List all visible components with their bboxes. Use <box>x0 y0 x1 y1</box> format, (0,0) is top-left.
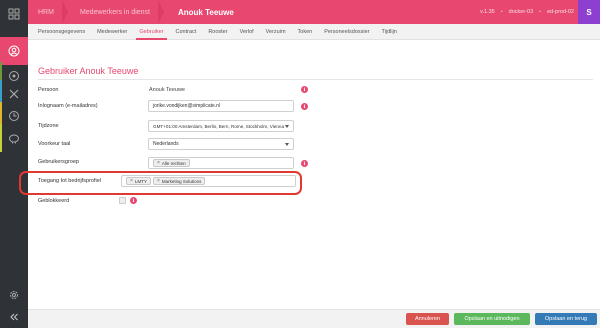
info-icon[interactable]: i <box>130 197 137 204</box>
sidebar-collapse-button[interactable] <box>0 303 28 328</box>
breadcrumb-current: Anouk Teeuwe <box>177 7 234 17</box>
persoon-label: Persoon <box>38 87 59 93</box>
tab-verzuim[interactable]: Verzuim <box>260 24 292 40</box>
piggybank-icon <box>9 134 19 144</box>
sidebar-item-invoicing[interactable] <box>0 124 28 152</box>
info-icon[interactable]: i <box>301 86 308 93</box>
persoon-value: Anouk Teeuwe <box>149 87 185 93</box>
cancel-button[interactable]: Annuleren <box>406 313 449 325</box>
version-label: v.1.35 <box>480 9 495 15</box>
info-icon[interactable]: i <box>301 160 308 167</box>
sidebar-item-dashboard[interactable] <box>0 0 28 28</box>
voorkeur-taal-label: Voorkeur taal <box>38 141 71 147</box>
footer-bar: Annuleren Opslaan en uitnodigen Opslaan … <box>28 309 600 328</box>
dashboard-icon <box>8 8 20 20</box>
save-and-invite-button[interactable]: Opslaan en uitnodigen <box>454 313 530 325</box>
sidebar-item-hrm[interactable] <box>0 37 28 65</box>
page-title: Gebruiker Anouk Teeuwe <box>38 66 139 76</box>
info-icon[interactable]: i <box>301 103 308 110</box>
collapse-icon <box>10 313 18 321</box>
tab-persoonsgegevens[interactable]: Persoonsgegevens <box>32 24 91 40</box>
gebruikersgroep-label: Gebruikersgroep <box>38 159 79 165</box>
top-bar: HRM Medewerkers in dienst Anouk Teeuwe v… <box>28 0 600 24</box>
tag-alle-rechten[interactable]: × Alle rechten <box>153 159 190 167</box>
tab-verlof[interactable]: Verlof <box>234 24 260 40</box>
user-icon <box>8 45 20 57</box>
blocked-checkbox[interactable] <box>119 197 126 204</box>
tab-tijdlijn[interactable]: Tijdlijn <box>375 24 402 40</box>
user-avatar[interactable]: S <box>578 0 600 24</box>
breadcrumb-hrm[interactable]: HRM <box>28 0 68 24</box>
inlognaam-label: Inlognaam (e-mailadres) <box>38 103 98 109</box>
timezone-select-value: GMT+01:00 Amsterdam, Berlin, Bern, Rome,… <box>153 123 285 129</box>
sidebar <box>0 0 28 328</box>
tab-bar: Persoonsgegevens Medewerker Gebruiker Co… <box>28 24 600 40</box>
highlight-annotation <box>19 171 302 195</box>
tab-contract[interactable]: Contract <box>170 24 203 40</box>
server-label-1: docker-03 <box>508 9 534 15</box>
tab-personeelsdossier[interactable]: Personeelsdossier <box>318 24 375 40</box>
server-label-2: ed-prod-02 <box>547 9 574 15</box>
gear-icon <box>10 291 18 299</box>
geblokkeerd-label: Geblokkeerd <box>38 198 70 204</box>
tab-gebruiker[interactable]: Gebruiker <box>133 24 169 40</box>
breadcrumb-employees[interactable]: Medewerkers in dienst <box>68 0 165 24</box>
tab-token[interactable]: Token <box>292 24 319 40</box>
language-select-value: Nederlands <box>153 141 179 147</box>
remove-tag-icon[interactable]: × <box>157 160 160 166</box>
user-group-field[interactable]: × Alle rechten <box>148 157 294 169</box>
save-and-back-button[interactable]: Opslaan en terug <box>535 313 597 325</box>
server-info: v.1.35 • docker-03 • ed-prod-02 <box>480 9 574 15</box>
tools-icon <box>9 89 19 99</box>
language-select[interactable]: Nederlands <box>148 138 294 150</box>
clock-icon <box>9 111 19 121</box>
tab-medewerker[interactable]: Medewerker <box>91 24 133 40</box>
email-field-value: jorike.vondijken@simplicate.nl <box>153 103 221 109</box>
tijdzone-label: Tijdzone <box>38 123 59 129</box>
title-divider <box>38 79 593 80</box>
tab-rooster[interactable]: Rooster <box>202 24 233 40</box>
chevron-down-icon <box>285 125 289 128</box>
chevron-down-icon <box>285 143 289 146</box>
timezone-select[interactable]: GMT+01:00 Amsterdam, Berlin, Bern, Rome,… <box>148 120 294 132</box>
email-field[interactable]: jorike.vondijken@simplicate.nl <box>148 100 294 112</box>
